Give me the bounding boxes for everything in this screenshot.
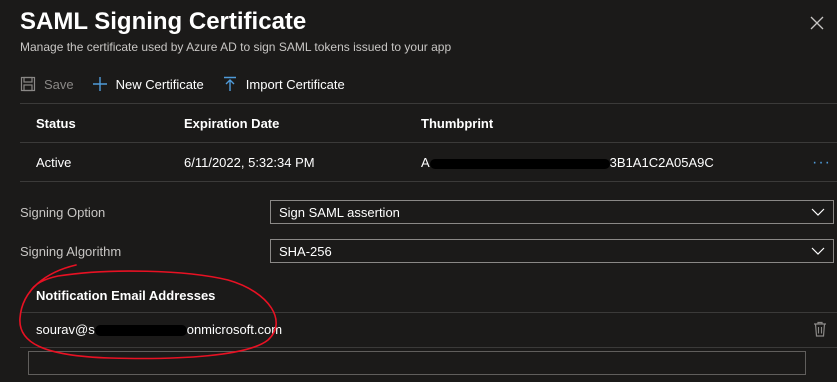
signing-option-value: Sign SAML assertion xyxy=(279,205,400,220)
save-button[interactable]: Save xyxy=(20,76,74,92)
panel-subtitle: Manage the certificate used by Azure AD … xyxy=(20,40,452,54)
certificate-status: Active xyxy=(36,155,72,170)
column-header-expiration-date: Expiration Date xyxy=(184,116,280,131)
thumbprint-visible-end: 3B1A1C2A05A9C xyxy=(609,155,714,170)
import-certificate-label: Import Certificate xyxy=(245,76,345,92)
notification-email-address: sourav@s onmicrosoft.com xyxy=(36,322,282,337)
trash-icon xyxy=(814,321,826,337)
signing-option-dropdown[interactable]: Sign SAML assertion xyxy=(270,200,834,224)
table-row[interactable]: Active 6/11/2022, 5:32:34 PM A 3B1A1C2A05… xyxy=(20,142,837,182)
thumbprint-visible-start: A xyxy=(421,155,430,170)
save-label: Save xyxy=(44,76,74,92)
certificate-table-header: Status Expiration Date Thumbprint xyxy=(20,104,837,142)
close-icon xyxy=(810,16,824,30)
plus-icon xyxy=(92,77,107,91)
redaction-mark xyxy=(94,325,187,337)
delete-email-button[interactable] xyxy=(813,321,827,340)
column-header-status: Status xyxy=(36,116,76,131)
new-certificate-label: New Certificate xyxy=(115,76,204,92)
email-visible-start: sourav@s xyxy=(36,322,95,337)
close-button[interactable] xyxy=(808,14,826,32)
upload-icon xyxy=(223,76,236,91)
certificate-thumbprint: A 3B1A1C2A05A9C xyxy=(421,155,714,170)
more-icon: ··· xyxy=(812,154,831,171)
signing-algorithm-value: SHA-256 xyxy=(279,244,332,259)
new-email-input[interactable] xyxy=(28,351,806,375)
notification-email-heading: Notification Email Addresses xyxy=(36,288,216,303)
redaction-mark xyxy=(429,158,610,169)
saml-signing-certificate-panel: SAML Signing Certificate Manage the cert… xyxy=(0,0,837,382)
column-header-thumbprint: Thumbprint xyxy=(421,116,494,131)
chevron-down-icon xyxy=(811,208,825,216)
more-options-button[interactable]: ··· xyxy=(812,154,831,172)
chevron-down-icon xyxy=(811,247,825,255)
toolbar: Save New Certificate Import Certificate xyxy=(20,72,363,96)
signing-algorithm-dropdown[interactable]: SHA-256 xyxy=(270,239,834,263)
save-icon xyxy=(20,76,36,92)
list-item: sourav@s onmicrosoft.com xyxy=(20,312,837,348)
panel-title: SAML Signing Certificate xyxy=(20,8,307,35)
signing-algorithm-label: Signing Algorithm xyxy=(20,244,122,259)
import-certificate-button[interactable]: Import Certificate xyxy=(222,76,345,92)
certificate-expiration: 6/11/2022, 5:32:34 PM xyxy=(184,155,315,170)
email-visible-end: onmicrosoft.com xyxy=(186,322,283,337)
signing-option-label: Signing Option xyxy=(20,205,106,220)
certificate-table: Status Expiration Date Thumbprint Active… xyxy=(20,104,837,182)
new-certificate-button[interactable]: New Certificate xyxy=(92,76,204,92)
